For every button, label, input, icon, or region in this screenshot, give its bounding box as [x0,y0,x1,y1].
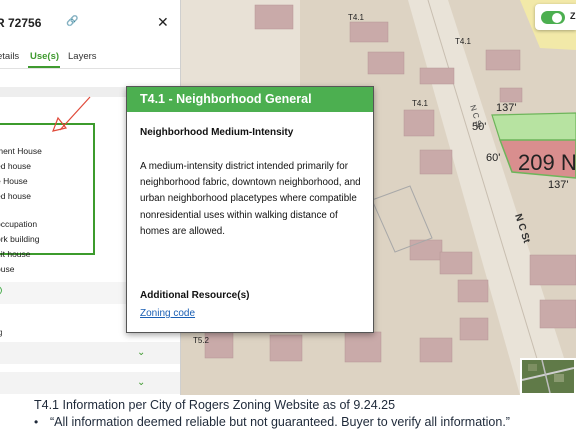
chevron-down-icon[interactable]: ⌄ [137,377,145,388]
dimension-60: 60' [486,152,500,164]
zone-label-left: T4.1 [412,99,429,108]
use-item: ork building [0,234,40,244]
bullet-icon: • [34,415,39,429]
zoning-info-popup: T4.1 - Neighborhood General Neighborhood… [126,86,374,333]
parcel-number-label: 209 N [518,150,576,175]
zoning-code-link[interactable]: Zoning code [140,308,195,319]
caption-line-2: “All information deemed reliable but not… [50,415,510,429]
resources-heading: Additional Resource(s) [140,290,250,301]
satellite-thumbnail[interactable] [520,358,576,395]
popup-title: T4.1 - Neighborhood General [140,92,312,106]
parcel-neighbor[interactable] [491,112,576,143]
chevron-down-icon[interactable]: ⌄ [137,347,145,358]
dimension-137-bottom: 137' [548,179,568,191]
zone-label-bottom: T5.2 [193,336,210,345]
collapsible-row[interactable] [0,342,180,364]
caption-area: T4.1 Information per City of Rogers Zoni… [0,395,576,432]
popup-subtitle: Neighborhood Medium-Intensity [140,127,294,138]
dimension-137-top: 137' [496,102,516,114]
toggle-knob[interactable] [552,13,562,23]
use-item: ouse [0,264,15,274]
collapsible-row[interactable] [0,372,180,394]
app-screen: T4.1 T4.1 T4.1 T5.2 N C St N C St 137' 5… [0,0,576,395]
dimension-50: 50' [472,121,486,133]
use-item: ment House [0,146,42,156]
use-item: occupation [0,219,38,229]
use-item: e House [0,176,28,186]
section-label: g [0,328,3,337]
popup-description: A medium-intensity district intended pri… [140,161,361,237]
caption-line-1: T4.1 Information per City of Rogers Zoni… [34,398,396,412]
popup-header: T4.1 - Neighborhood General [127,87,373,112]
use-item: ed house [0,161,31,171]
use-item: ed house [0,191,31,201]
zone-label-top: T4.1 [348,13,365,22]
use-item: nit house [0,249,31,259]
toggle-label: Z [570,11,576,21]
zone-label-mid: T4.1 [455,37,472,46]
zoning-toggle[interactable]: Z [535,4,576,30]
